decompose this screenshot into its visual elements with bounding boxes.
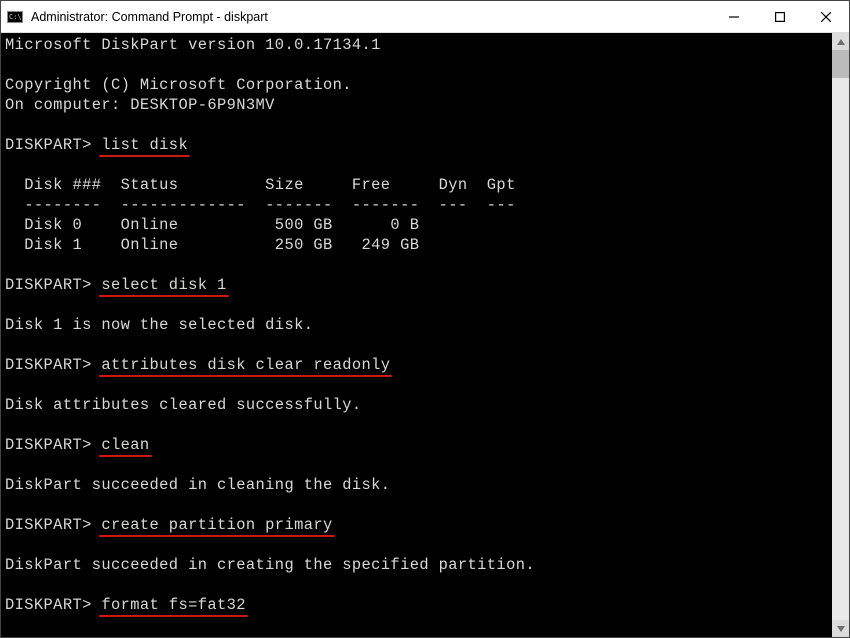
prompt: DISKPART> <box>5 596 101 614</box>
prompt: DISKPART> <box>5 356 101 374</box>
maximize-icon <box>775 12 785 22</box>
minimize-button[interactable] <box>711 1 757 32</box>
window-controls <box>711 1 849 32</box>
close-icon <box>821 12 831 22</box>
msg-create: DiskPart succeeded in creating the speci… <box>5 556 535 574</box>
cmd-create-partition: create partition primary <box>101 515 332 535</box>
prompt: DISKPART> <box>5 516 101 534</box>
minimize-icon <box>729 12 739 22</box>
msg-attributes: Disk attributes cleared successfully. <box>5 396 362 414</box>
console-area: Microsoft DiskPart version 10.0.17134.1 … <box>1 33 849 637</box>
table-separator: -------- ------------- ------- ------- -… <box>5 196 516 214</box>
vertical-scrollbar[interactable] <box>832 33 849 637</box>
copyright-line: Copyright (C) Microsoft Corporation. <box>5 76 352 94</box>
app-window: C:\ Administrator: Command Prompt - disk… <box>0 0 850 638</box>
chevron-down-icon <box>837 626 845 632</box>
maximize-button[interactable] <box>757 1 803 32</box>
titlebar[interactable]: C:\ Administrator: Command Prompt - disk… <box>1 1 849 33</box>
close-button[interactable] <box>803 1 849 32</box>
console-output[interactable]: Microsoft DiskPart version 10.0.17134.1 … <box>1 33 832 637</box>
prompt: DISKPART> <box>5 136 101 154</box>
scroll-up-button[interactable] <box>832 33 849 50</box>
cmd-list-disk: list disk <box>101 135 188 155</box>
table-row: Disk 1 Online 250 GB 249 GB <box>5 236 419 254</box>
chevron-up-icon <box>837 39 845 45</box>
prompt: DISKPART> <box>5 436 101 454</box>
table-header: Disk ### Status Size Free Dyn Gpt <box>5 176 516 194</box>
cmd-select-disk: select disk 1 <box>101 275 226 295</box>
msg-select: Disk 1 is now the selected disk. <box>5 316 313 334</box>
cmd-format: format fs=fat32 <box>101 595 246 615</box>
scroll-thumb[interactable] <box>832 50 849 78</box>
window-title: Administrator: Command Prompt - diskpart <box>31 10 711 24</box>
cmd-icon: C:\ <box>7 9 23 25</box>
cmd-clean: clean <box>101 435 149 455</box>
msg-clean: DiskPart succeeded in cleaning the disk. <box>5 476 390 494</box>
computer-line: On computer: DESKTOP-6P9N3MV <box>5 96 275 114</box>
table-row: Disk 0 Online 500 GB 0 B <box>5 216 419 234</box>
prompt: DISKPART> <box>5 276 101 294</box>
scroll-down-button[interactable] <box>832 620 849 637</box>
svg-text:C:\: C:\ <box>9 13 22 21</box>
cmd-attributes: attributes disk clear readonly <box>101 355 390 375</box>
header-line: Microsoft DiskPart version 10.0.17134.1 <box>5 36 381 54</box>
